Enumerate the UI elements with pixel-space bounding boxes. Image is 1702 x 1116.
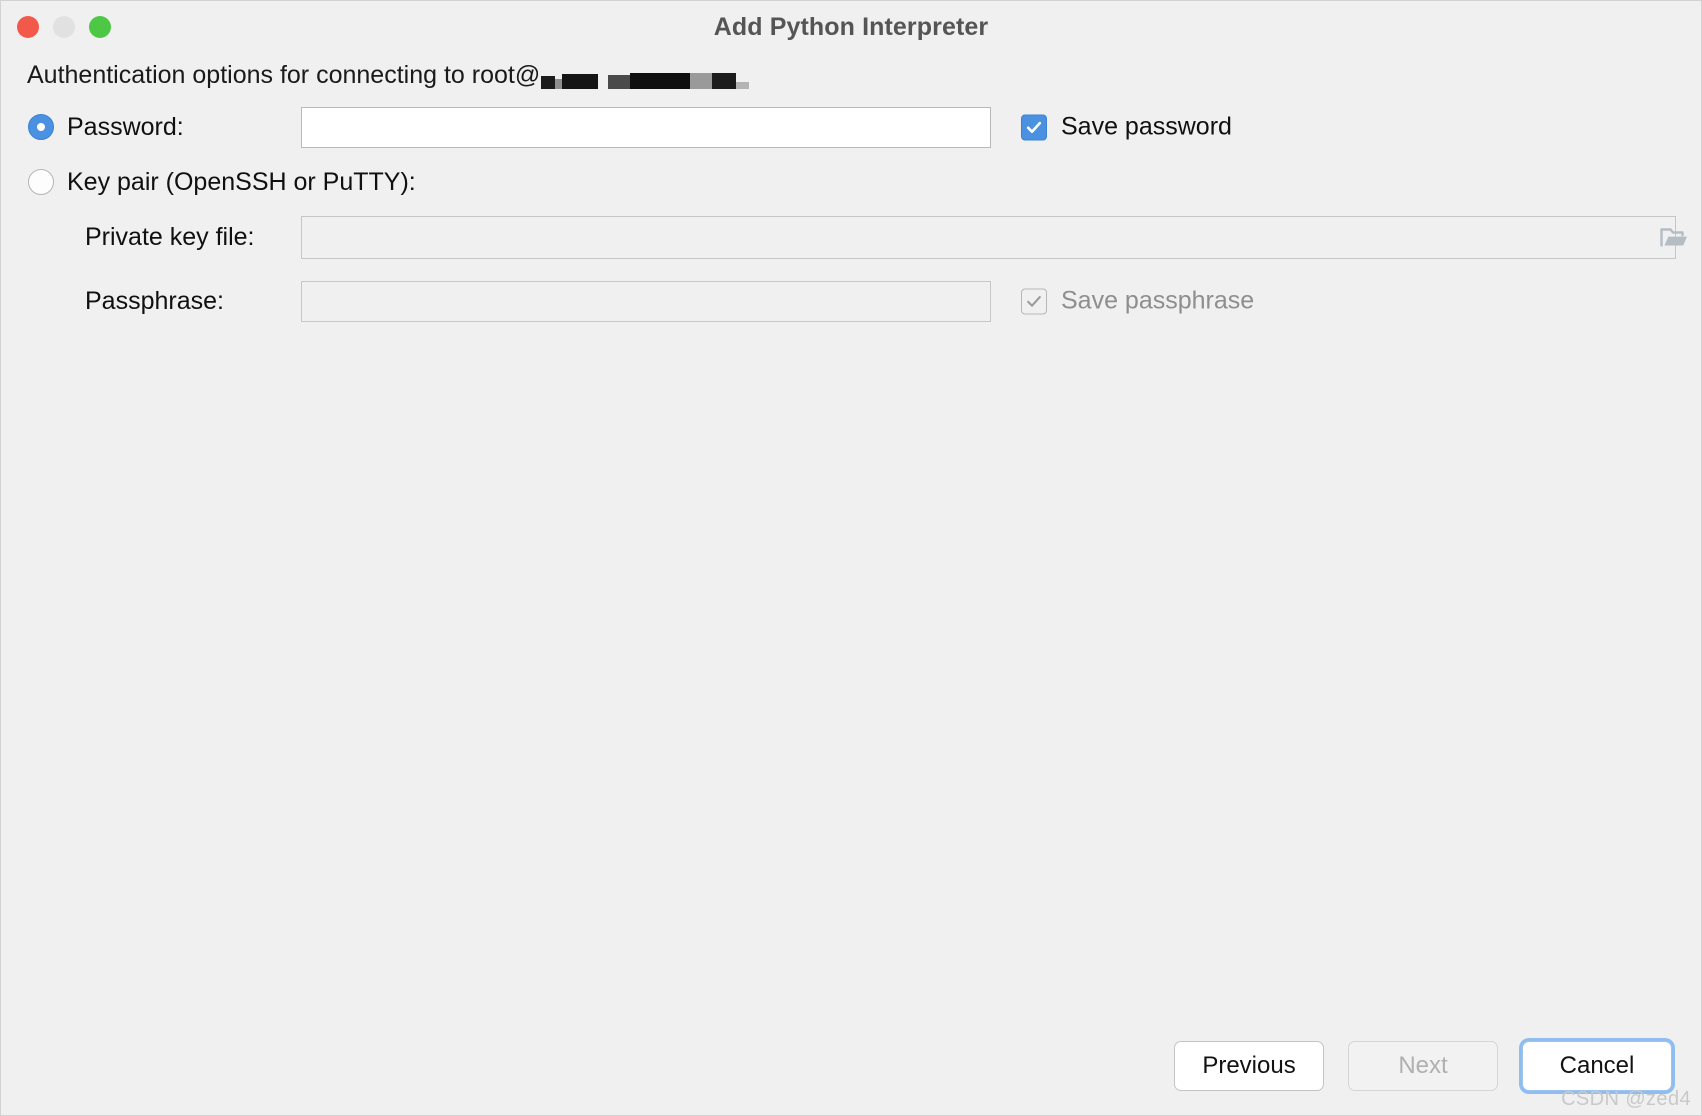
keypair-radio-option[interactable]: Key pair (OpenSSH or PuTTY): — [28, 168, 416, 197]
private-key-file-input[interactable] — [301, 216, 1676, 259]
previous-button[interactable]: Previous — [1174, 1041, 1324, 1091]
save-password-checkbox[interactable] — [1021, 114, 1047, 140]
password-radio-label: Password: — [67, 112, 184, 141]
authentication-subtitle-text: Authentication options for connecting to… — [27, 61, 541, 89]
add-python-interpreter-dialog: Add Python Interpreter Authentication op… — [0, 0, 1702, 1116]
next-button[interactable]: Next — [1348, 1041, 1498, 1091]
passphrase-row: Passphrase: Save passphrase — [1, 273, 1701, 329]
watermark: CSDN @zed4 — [1561, 1088, 1691, 1110]
keypair-row: Key pair (OpenSSH or PuTTY): — [1, 155, 1701, 209]
keypair-radio[interactable] — [28, 169, 54, 195]
password-radio-option[interactable]: Password: — [28, 113, 184, 142]
save-passphrase-option[interactable]: Save passphrase — [1021, 287, 1254, 316]
window-title: Add Python Interpreter — [713, 13, 989, 41]
save-passphrase-label: Save passphrase — [1061, 286, 1255, 315]
redacted-hostname — [541, 63, 750, 89]
keypair-radio-label: Key pair (OpenSSH or PuTTY): — [67, 167, 416, 196]
browse-private-key-button[interactable] — [1659, 224, 1689, 250]
save-password-option[interactable]: Save password — [1021, 113, 1232, 142]
password-input[interactable] — [301, 107, 991, 148]
passphrase-input[interactable] — [301, 281, 991, 322]
save-passphrase-checkbox[interactable] — [1021, 288, 1047, 314]
save-password-label: Save password — [1061, 112, 1232, 141]
passphrase-label: Passphrase: — [85, 286, 224, 315]
folder-icon — [1660, 228, 1687, 247]
password-row: Password: Save password — [1, 99, 1701, 155]
checkmark-icon — [1027, 295, 1041, 307]
checkmark-icon — [1026, 121, 1042, 133]
password-radio[interactable] — [28, 114, 54, 140]
title-bar: Add Python Interpreter — [1, 1, 1701, 53]
dialog-footer: Previous Next Cancel — [1174, 1041, 1675, 1091]
authentication-form: Password: Save password Key pair (OpenSS… — [1, 99, 1701, 329]
authentication-subtitle: Authentication options for connecting to… — [27, 61, 750, 90]
cancel-button[interactable]: Cancel — [1522, 1041, 1672, 1091]
private-key-file-label: Private key file: — [85, 222, 255, 251]
private-key-file-row: Private key file: — [1, 209, 1701, 265]
